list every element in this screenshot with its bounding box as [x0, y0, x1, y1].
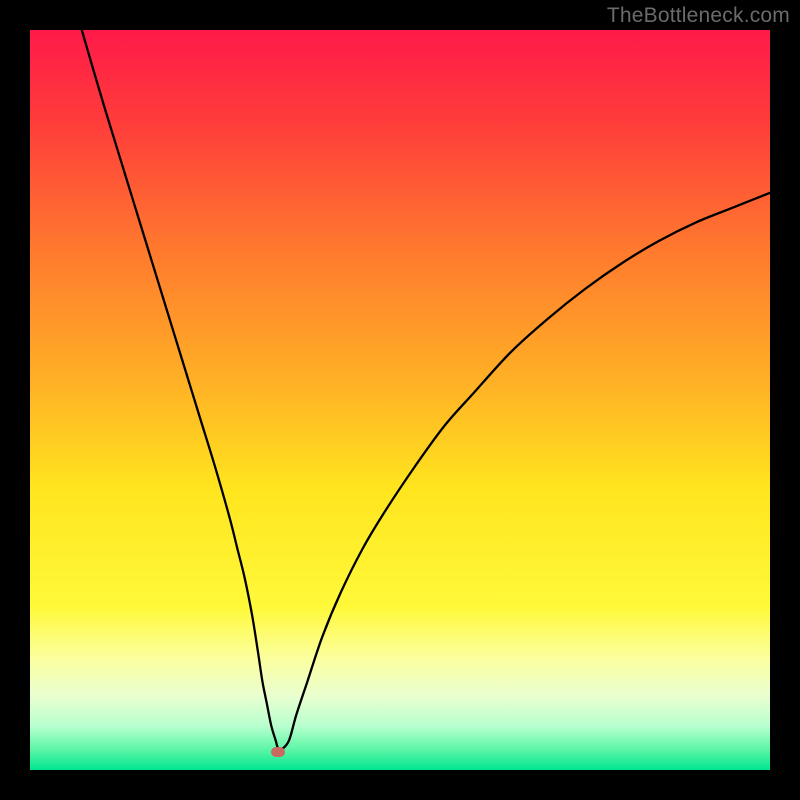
- chart-frame: TheBottleneck.com: [0, 0, 800, 800]
- watermark-text: TheBottleneck.com: [607, 4, 790, 28]
- optimal-point-marker: [271, 747, 285, 757]
- curve-svg: [30, 30, 770, 770]
- bottleneck-curve: [82, 30, 773, 750]
- plot-area: [30, 30, 770, 770]
